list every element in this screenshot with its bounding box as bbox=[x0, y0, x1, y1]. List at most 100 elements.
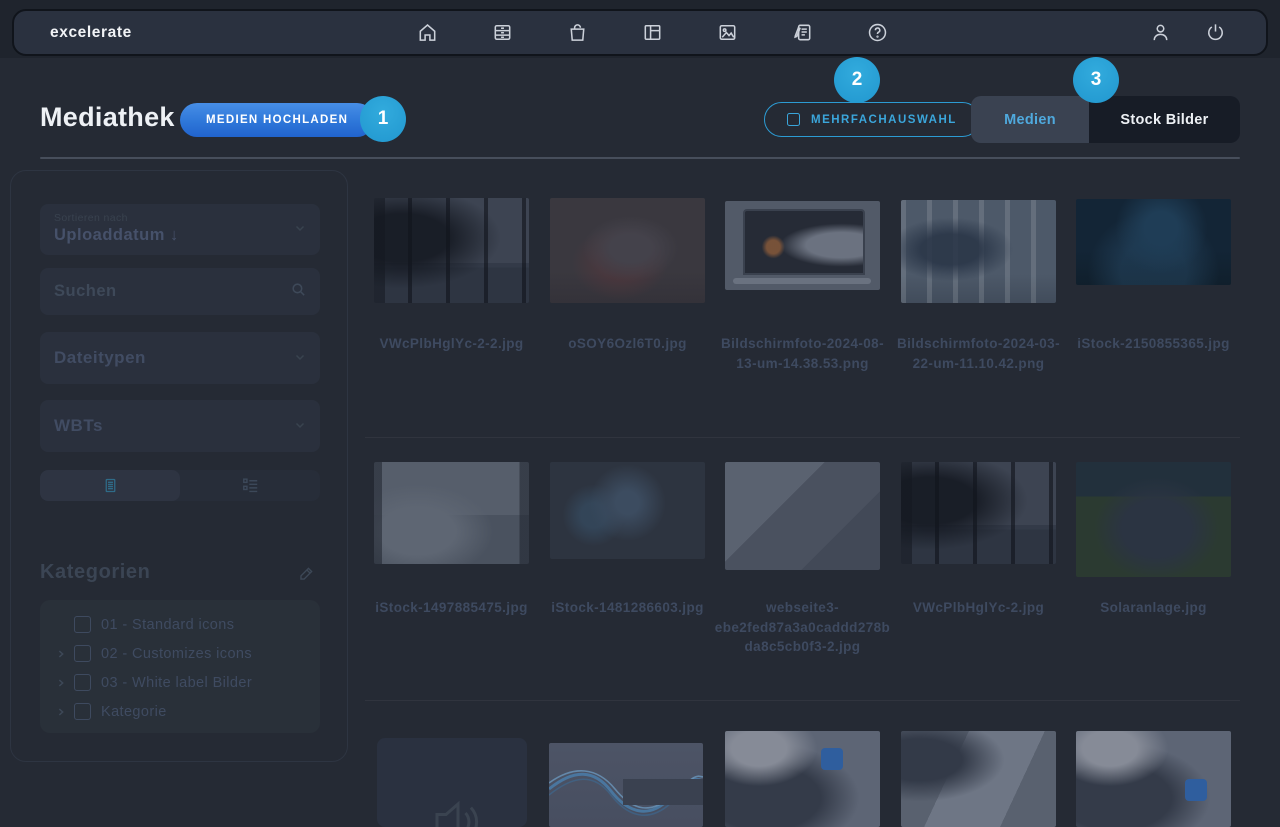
media-item[interactable]: webseite3-ebe2fed87a3a0caddd278bda8c5cb0… bbox=[725, 462, 880, 570]
media-item[interactable]: VWcPlbHglYc-2-2.jpg bbox=[374, 198, 529, 303]
chevron-down-icon bbox=[294, 416, 306, 436]
category-label: 03 - White label Bilder bbox=[101, 675, 252, 691]
media-thumbnail[interactable] bbox=[725, 731, 880, 827]
dateitypen-label: Dateitypen bbox=[54, 348, 146, 368]
speaker-icon bbox=[416, 786, 488, 827]
media-item[interactable]: VWcPlbHglYc-2.jpg bbox=[901, 462, 1056, 564]
media-thumbnail[interactable] bbox=[901, 200, 1056, 303]
media-filename: Bildschirmfoto-2024-08-13-um-14.38.53.pn… bbox=[715, 334, 891, 373]
media-filename: webseite3-ebe2fed87a3a0caddd278bda8c5cb0… bbox=[715, 598, 891, 657]
media-tabs: Medien Stock Bilder bbox=[971, 96, 1240, 143]
media-item[interactable]: Bildschirmfoto-2024-08-13-um-14.38.53.pn… bbox=[725, 198, 880, 290]
tab-medien[interactable]: Medien bbox=[971, 96, 1089, 143]
category-row[interactable]: 01 - Standard icons bbox=[56, 610, 320, 639]
search-input[interactable] bbox=[40, 268, 320, 315]
media-item[interactable] bbox=[725, 731, 880, 827]
page-title: Mediathek bbox=[40, 102, 175, 133]
topbar: excelerate bbox=[12, 9, 1268, 56]
tab-stock-bilder[interactable]: Stock Bilder bbox=[1089, 96, 1240, 143]
categories-panel: 01 - Standard icons 02 - Customizes icon… bbox=[40, 600, 320, 733]
callout-1: 1 bbox=[360, 96, 406, 142]
category-row[interactable]: 02 - Customizes icons bbox=[56, 639, 320, 668]
media-filename: iStock-1481286603.jpg bbox=[540, 598, 716, 618]
chevron-right-icon[interactable] bbox=[56, 678, 74, 688]
media-filename: oSOY6Ozl6T0.jpg bbox=[540, 334, 716, 354]
media-thumbnail[interactable] bbox=[725, 462, 880, 570]
power-icon[interactable] bbox=[1203, 20, 1228, 45]
media-filename: iStock-2150855365.jpg bbox=[1066, 334, 1242, 354]
callout-2: 2 bbox=[834, 57, 880, 103]
sort-dropdown[interactable]: Sortieren nach Uploaddatum ↓ bbox=[40, 204, 320, 255]
media-item[interactable]: Solaranlage.jpg bbox=[1076, 462, 1231, 577]
category-checkbox[interactable] bbox=[74, 674, 91, 691]
media-item[interactable]: Bildschirmfoto-2024-03-22-um-11.10.42.pn… bbox=[901, 198, 1056, 303]
media-thumbnail[interactable] bbox=[550, 462, 705, 559]
category-label: 02 - Customizes icons bbox=[101, 646, 252, 662]
media-thumbnail[interactable] bbox=[1076, 199, 1231, 285]
category-row[interactable]: 03 - White label Bilder bbox=[56, 668, 320, 697]
chevron-right-icon[interactable] bbox=[56, 707, 74, 717]
edit-pencil-icon[interactable] bbox=[297, 564, 316, 588]
category-checkbox[interactable] bbox=[74, 645, 91, 662]
user-icon[interactable] bbox=[1148, 20, 1173, 45]
document-view-icon bbox=[102, 477, 119, 494]
media-item[interactable]: iStock-1497885475.jpg bbox=[374, 462, 529, 564]
category-label: 01 - Standard icons bbox=[101, 617, 234, 633]
view-toggle bbox=[40, 470, 320, 501]
wave-graphic bbox=[549, 761, 703, 821]
media-filename: iStock-1497885475.jpg bbox=[364, 598, 540, 618]
checkbox-icon bbox=[787, 113, 800, 126]
media-thumbnail[interactable] bbox=[725, 201, 880, 290]
media-thumbnail[interactable] bbox=[550, 198, 705, 303]
search-box bbox=[40, 268, 320, 315]
media-item[interactable] bbox=[1076, 731, 1231, 827]
wbts-label: WBTs bbox=[54, 416, 103, 436]
brand-logo[interactable]: excelerate bbox=[50, 11, 132, 54]
dateitypen-dropdown[interactable]: Dateitypen bbox=[40, 332, 320, 384]
notes-icon[interactable] bbox=[790, 20, 815, 45]
multiselect-label: MEHRFACHAUSWAHL bbox=[811, 114, 957, 126]
audio-thumbnail[interactable] bbox=[377, 738, 527, 827]
media-thumbnail[interactable] bbox=[1076, 462, 1231, 577]
media-thumbnail[interactable] bbox=[1076, 731, 1231, 827]
shopping-bag-icon[interactable] bbox=[565, 20, 590, 45]
media-thumbnail[interactable] bbox=[549, 743, 703, 827]
media-filename: VWcPlbHglYc-2.jpg bbox=[891, 598, 1067, 618]
media-filename: Bildschirmfoto-2024-03-22-um-11.10.42.pn… bbox=[891, 334, 1067, 373]
media-item[interactable] bbox=[901, 731, 1056, 827]
tree-list-icon bbox=[241, 476, 260, 495]
category-label: Kategorie bbox=[101, 704, 167, 720]
media-item[interactable] bbox=[549, 743, 704, 827]
media-item[interactable]: iStock-2150855365.jpg bbox=[1076, 198, 1231, 285]
media-item[interactable]: oSOY6Ozl6T0.jpg bbox=[550, 198, 705, 303]
media-thumbnail[interactable] bbox=[901, 462, 1056, 564]
list-view-button[interactable] bbox=[180, 470, 320, 501]
chevron-right-icon[interactable] bbox=[56, 649, 74, 659]
image-icon[interactable] bbox=[715, 20, 740, 45]
search-icon bbox=[290, 281, 307, 303]
media-thumbnail[interactable] bbox=[374, 198, 529, 303]
home-icon[interactable] bbox=[415, 20, 440, 45]
grid-view-button[interactable] bbox=[40, 470, 180, 501]
sort-label: Sortieren nach bbox=[54, 212, 306, 224]
header-divider bbox=[40, 157, 1240, 159]
help-icon[interactable] bbox=[865, 20, 890, 45]
wbts-dropdown[interactable]: WBTs bbox=[40, 400, 320, 452]
media-item[interactable]: iStock-1481286603.jpg bbox=[550, 462, 705, 559]
media-thumbnail[interactable] bbox=[374, 462, 529, 564]
upload-media-button[interactable]: MEDIEN HOCHLADEN bbox=[180, 103, 374, 137]
layout-icon[interactable] bbox=[640, 20, 665, 45]
media-filename: VWcPlbHglYc-2-2.jpg bbox=[364, 334, 540, 354]
categories-title: Kategorien bbox=[40, 561, 150, 584]
drawer-icon[interactable] bbox=[490, 20, 515, 45]
media-filename: Solaranlage.jpg bbox=[1066, 598, 1242, 618]
row-divider bbox=[365, 437, 1240, 438]
category-checkbox[interactable] bbox=[74, 703, 91, 720]
callout-3: 3 bbox=[1073, 57, 1119, 103]
media-thumbnail[interactable] bbox=[901, 731, 1056, 827]
chevron-down-icon bbox=[294, 221, 306, 239]
category-checkbox[interactable] bbox=[74, 616, 91, 633]
multiselect-button[interactable]: MEHRFACHAUSWAHL bbox=[764, 102, 980, 137]
media-item[interactable] bbox=[377, 738, 532, 827]
category-row[interactable]: Kategorie bbox=[56, 697, 320, 726]
